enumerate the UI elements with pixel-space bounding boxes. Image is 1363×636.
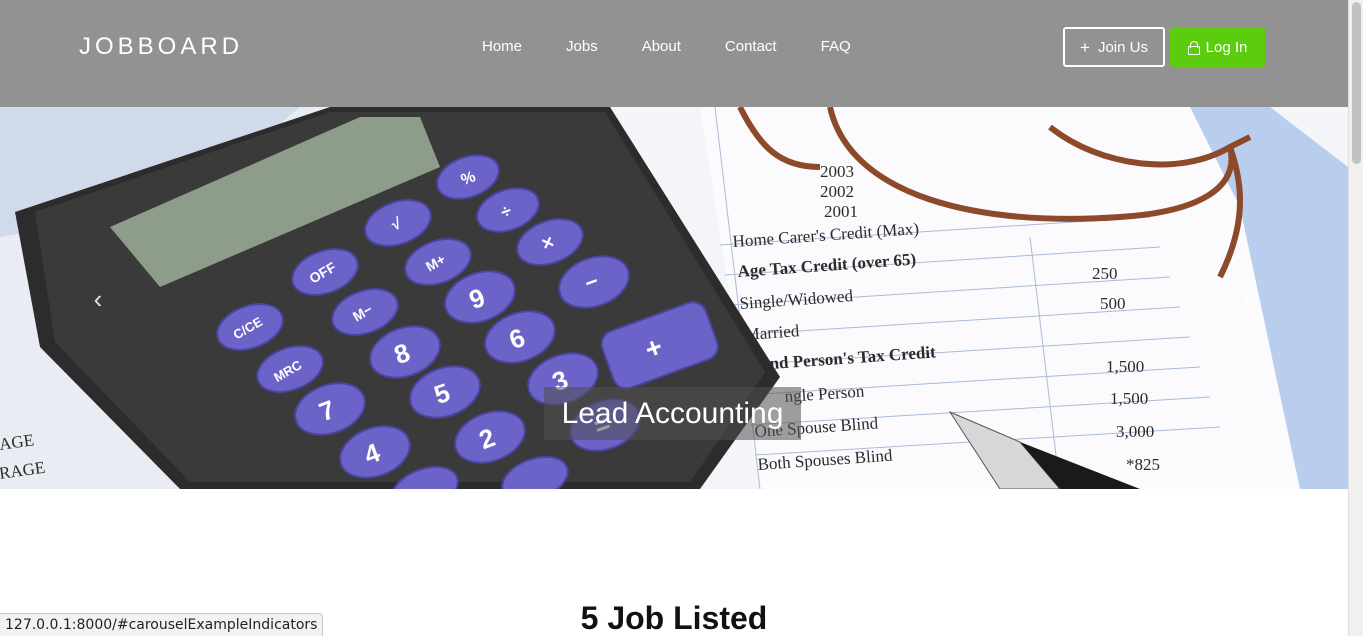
nav-link-contact[interactable]: Contact bbox=[703, 37, 799, 57]
nav-link-home[interactable]: Home bbox=[460, 37, 544, 57]
status-bar-url: 127.0.0.1:8000/#carouselExampleIndicator… bbox=[0, 613, 324, 636]
nav-link-about[interactable]: About bbox=[620, 37, 703, 57]
lock-icon bbox=[1187, 41, 1200, 55]
join-us-label: Join Us bbox=[1097, 38, 1148, 56]
scrollbar-thumb[interactable] bbox=[1352, 2, 1361, 164]
navbar: JOBBOARD Home Jobs About Contact FAQ + J… bbox=[0, 0, 1348, 107]
svg-text:*825: *825 bbox=[1126, 455, 1160, 474]
svg-text:2002: 2002 bbox=[820, 182, 854, 201]
svg-text:1,500: 1,500 bbox=[1106, 357, 1144, 376]
brand-logo[interactable]: JOBBOARD bbox=[79, 33, 243, 61]
chevron-right-icon: › bbox=[1242, 284, 1252, 314]
carousel-next-button[interactable]: › bbox=[1235, 284, 1259, 314]
svg-text:3,000: 3,000 bbox=[1116, 422, 1154, 441]
nav-link-jobs[interactable]: Jobs bbox=[544, 37, 620, 57]
svg-text:1,500: 1,500 bbox=[1110, 389, 1148, 408]
plus-icon: + bbox=[1080, 37, 1090, 57]
svg-text:2003: 2003 bbox=[820, 162, 854, 181]
log-in-label: Log In bbox=[1205, 38, 1248, 56]
svg-text:250: 250 bbox=[1092, 264, 1118, 283]
page-scrollbar[interactable] bbox=[1348, 0, 1363, 636]
log-in-button[interactable]: Log In bbox=[1170, 27, 1265, 67]
svg-text:500: 500 bbox=[1100, 294, 1126, 313]
hero-carousel: 2003 2002 2001 Home Carer's Credit (Max)… bbox=[0, 107, 1348, 489]
nav-link-faq[interactable]: FAQ bbox=[799, 37, 873, 57]
svg-text:2001: 2001 bbox=[824, 202, 858, 221]
carousel-prev-button[interactable]: ‹ bbox=[86, 284, 110, 314]
carousel-caption: Lead Accounting bbox=[544, 387, 801, 440]
nav-links: Home Jobs About Contact FAQ bbox=[460, 37, 873, 57]
join-us-button[interactable]: + Join Us bbox=[1063, 27, 1165, 67]
chevron-left-icon: ‹ bbox=[93, 284, 103, 314]
